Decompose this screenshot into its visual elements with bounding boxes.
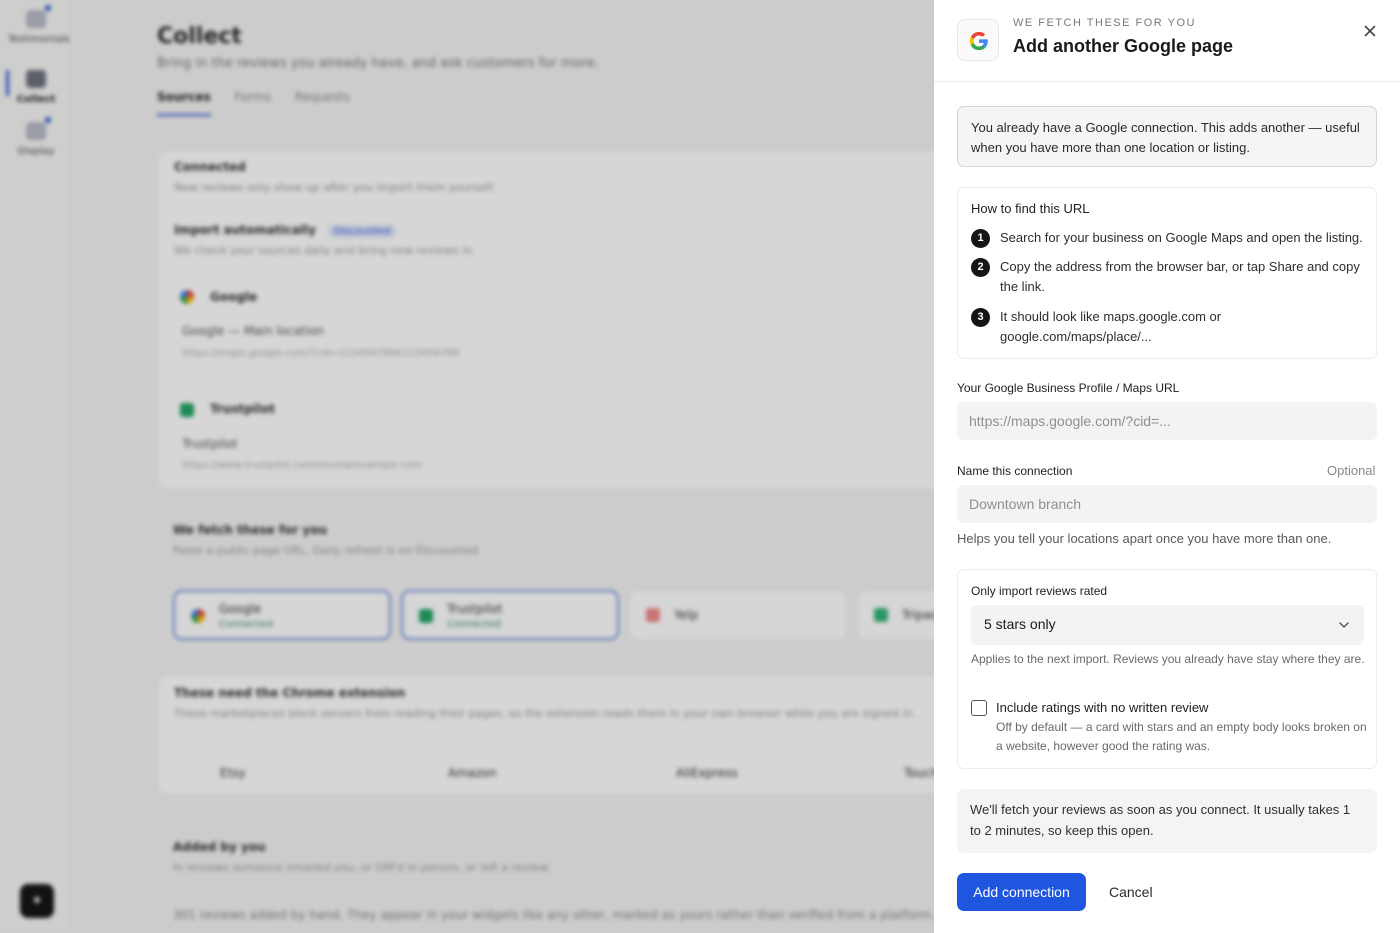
include-unwritten-note: Off by default — a card with stars and a…: [996, 720, 1367, 753]
panel-header: WE FETCH THESE FOR YOU Add another Googl…: [934, 0, 1400, 82]
step-number-badge: 3: [971, 308, 990, 327]
url-field-label: Your Google Business Profile / Maps URL: [957, 381, 1180, 395]
step-number-badge: 2: [971, 258, 990, 277]
google-logo-badge: [957, 19, 999, 61]
close-button[interactable]: [1359, 20, 1381, 42]
name-field-help: Helps you tell your locations apart once…: [957, 531, 1332, 546]
maps-url-input[interactable]: [957, 402, 1377, 440]
step-text: Copy the address from the browser bar, o…: [1000, 259, 1360, 294]
include-unwritten-label[interactable]: Include ratings with no written review: [996, 700, 1208, 715]
modal-backdrop[interactable]: [0, 0, 934, 933]
add-google-page-panel: WE FETCH THESE FOR YOU Add another Googl…: [934, 0, 1400, 933]
close-icon: [1364, 25, 1376, 37]
step-text: Search for your business on Google Maps …: [1000, 230, 1363, 245]
rating-filter-card: Only import reviews rated 5 stars only A…: [957, 569, 1377, 769]
rating-filter-note: Applies to the next import. Reviews you …: [971, 652, 1365, 666]
panel-eyebrow: WE FETCH THESE FOR YOU: [1013, 17, 1196, 29]
include-unwritten-checkbox[interactable]: [971, 700, 987, 716]
step-text: It should look like maps.google.com or g…: [1000, 309, 1222, 344]
existing-connection-notice: You already have a Google connection. Th…: [957, 106, 1377, 167]
rating-filter-value: 5 stars only: [984, 616, 1056, 632]
panel-title: Add another Google page: [1013, 36, 1234, 56]
add-connection-button[interactable]: Add connection: [957, 873, 1086, 911]
google-g-icon: [969, 31, 988, 51]
how-to-find-url-card: How to find this URL 1 Search for your b…: [957, 187, 1377, 359]
step-number-badge: 1: [971, 229, 990, 248]
connection-name-input[interactable]: [957, 485, 1377, 523]
rating-filter-label: Only import reviews rated: [971, 584, 1108, 598]
cancel-button[interactable]: Cancel: [1109, 873, 1153, 911]
fetch-timing-notice: We'll fetch your reviews as soon as you …: [957, 789, 1377, 853]
howto-title: How to find this URL: [971, 201, 1090, 216]
chevron-down-icon: [1339, 622, 1349, 628]
rating-filter-select[interactable]: 5 stars only: [971, 605, 1364, 645]
optional-tag: Optional: [1327, 463, 1376, 478]
name-field-label: Name this connection: [957, 464, 1073, 478]
